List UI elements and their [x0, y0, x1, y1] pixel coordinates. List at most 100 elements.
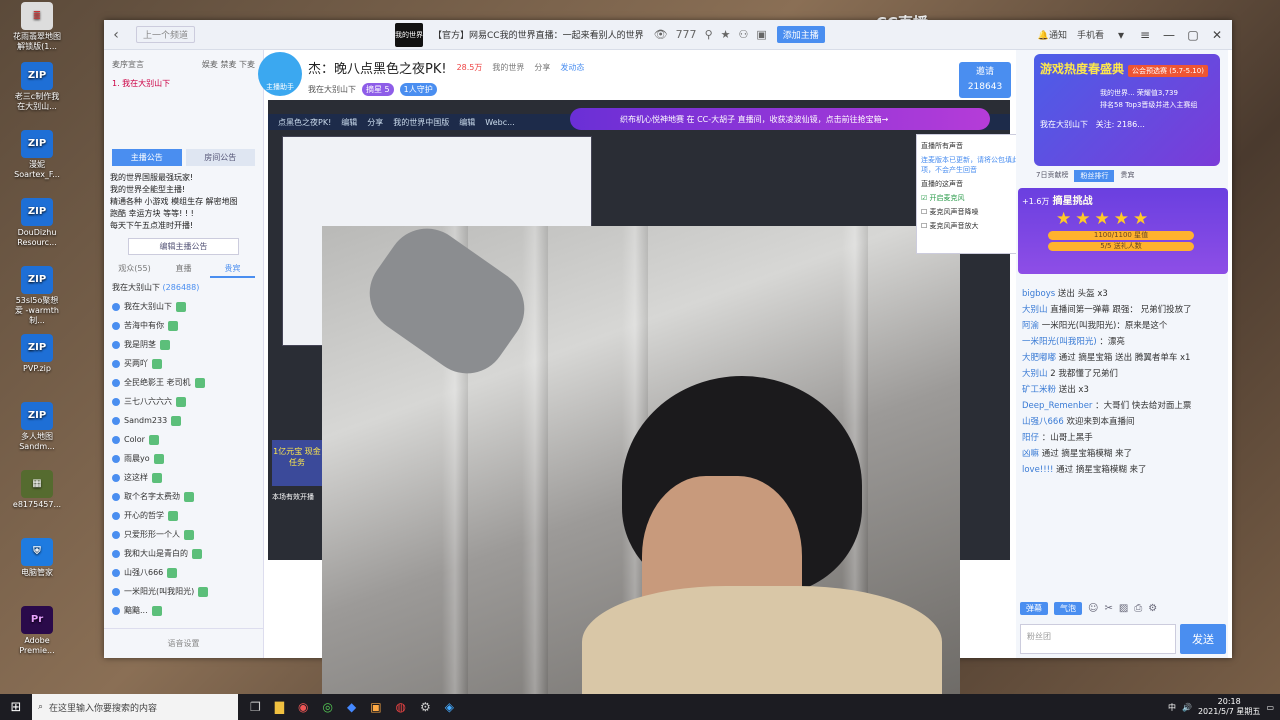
tab-vip[interactable]: 贵宾	[210, 261, 255, 278]
notification-icon[interactable]: ▭	[1266, 703, 1274, 712]
gift-banner[interactable]: 织布机心悦神地赛 在 CC-大胡子 直播间，收获凌波仙镜，点击前往抢宝箱→	[570, 108, 990, 130]
file-explorer-icon[interactable]: ▇	[275, 700, 284, 714]
volume-icon[interactable]: 🔊	[1182, 703, 1192, 712]
star-challenge-card[interactable]: +1.6万 摘星挑战 ★★★★★ 1100/1100 星值 5/5 送礼人数	[1018, 188, 1228, 274]
desktop-icon[interactable]: ZIP 53sl5o聚想爱 -warmth制...	[12, 266, 62, 326]
list-item[interactable]: 我和大山是青白的	[112, 544, 255, 563]
scissors-icon[interactable]: ✂	[1104, 603, 1112, 614]
desktop-icon[interactable]: ZIP 老三c制作我在大别山...	[12, 62, 62, 112]
pin-icon[interactable]: ⚲	[705, 28, 713, 41]
tab-host-announcement[interactable]: 主播公告	[112, 149, 182, 166]
list-item[interactable]: 全民绝影王 老司机	[112, 373, 255, 392]
chrome-icon[interactable]: ◎	[322, 700, 332, 714]
desktop-icon[interactable]: ZIP DouDizhu Resourc...	[12, 198, 62, 248]
close-icon[interactable]: ✕	[1210, 28, 1224, 42]
share-link[interactable]: 分享	[534, 62, 550, 73]
minimize-icon[interactable]: —	[1162, 28, 1176, 42]
list-item[interactable]: Color	[112, 430, 255, 449]
tab-live[interactable]: 直播	[161, 261, 206, 278]
chat-user[interactable]: love!!!!	[1022, 465, 1053, 475]
list-item[interactable]: 三七八六六六	[112, 392, 255, 411]
list-item[interactable]: 我是阴茎	[112, 335, 255, 354]
app-icon-1[interactable]: ◆	[347, 700, 356, 714]
chat-user[interactable]: 山强八666	[1022, 417, 1064, 427]
danmaku-button[interactable]: 弹幕	[1020, 602, 1048, 615]
ime-icon[interactable]: 中	[1168, 702, 1176, 713]
prev-channel-button[interactable]: 上一个频道	[136, 26, 196, 43]
bubble-button[interactable]: 气泡	[1054, 602, 1082, 615]
host-helper-avatar[interactable]: 主播助手	[258, 52, 302, 96]
desktop-icon[interactable]: ZIP PVP.zip	[12, 334, 62, 374]
desktop-icon[interactable]: ZIP 多人地图 Sandm...	[12, 402, 62, 452]
side-ad[interactable]: 1亿元宝 现金任务	[272, 440, 322, 486]
chat-user[interactable]: 大别山	[1022, 369, 1048, 379]
add-host-button[interactable]: 添加主播	[776, 26, 825, 43]
send-button[interactable]: 发送	[1180, 624, 1226, 654]
desktop-icon[interactable]: ZIP 漫妮 Soartex_F...	[12, 130, 62, 180]
app-icon-4[interactable]: ◈	[445, 700, 454, 714]
settings-gear-icon[interactable]: ⚙	[420, 700, 431, 714]
guard-badge[interactable]: 1人守护	[399, 83, 437, 96]
event-promo-card[interactable]: 游戏热度春盛典 公会预选赛 (5.7-5.10) 我的世界... 荣耀值3,739…	[1034, 54, 1220, 166]
desktop-icon[interactable]: Pr Adobe Premie...	[12, 606, 62, 656]
maximize-icon[interactable]: ▢	[1186, 28, 1200, 42]
list-item[interactable]: 一米阳光(叫我阳光)	[112, 582, 255, 601]
list-item[interactable]: 买两吖	[112, 354, 255, 373]
chat-user[interactable]: 大肥嘟嘟	[1022, 353, 1056, 363]
phone-watch-button[interactable]: 手机看	[1077, 28, 1104, 41]
voice-settings-button[interactable]: 语音设置	[104, 628, 263, 658]
dropdown-icon[interactable]: ▾	[1114, 28, 1128, 42]
menu-icon[interactable]: ≡	[1138, 28, 1152, 42]
edit-announcement-button[interactable]: 编辑主播公告	[128, 238, 239, 255]
list-item[interactable]: 取个名字太费劲	[112, 487, 255, 506]
share-icon[interactable]: ▣	[756, 28, 766, 41]
list-item[interactable]: 我在大别山下	[112, 297, 255, 316]
clock[interactable]: 20:18 2021/5/7 星期五	[1198, 697, 1260, 717]
app-icon-3[interactable]: ◍	[396, 700, 406, 714]
list-item[interactable]: 黯黯...	[112, 601, 255, 620]
chat-user[interactable]: 矿工米粉	[1022, 385, 1056, 395]
people-icon[interactable]: ⚇	[739, 28, 749, 41]
list-item[interactable]: 雨晨yo	[112, 449, 255, 468]
windows-start-icon[interactable]: ⊞	[0, 694, 32, 720]
star-icon[interactable]: ★	[721, 28, 731, 41]
invite-button[interactable]: 邀请 218643	[959, 62, 1011, 98]
chat-user[interactable]: Deep_Remenber	[1022, 401, 1092, 411]
chat-user[interactable]: 凶嘛	[1022, 449, 1039, 459]
task-view-icon[interactable]: ❐	[250, 700, 261, 714]
tab-room-announcement[interactable]: 房间公告	[185, 149, 255, 166]
desktop-icon[interactable]: ⛨ 电脑管家	[12, 538, 62, 578]
emoji-icon[interactable]: ☺	[1088, 603, 1098, 614]
tab-fans-rank[interactable]: 粉丝排行	[1074, 170, 1115, 182]
tab-vip-rank[interactable]: 贵宾	[1120, 170, 1134, 182]
chat-user[interactable]: 阿渝	[1022, 321, 1039, 331]
chat-user[interactable]: bigboys	[1022, 289, 1055, 299]
list-item[interactable]: 只爱形形一个人	[112, 525, 255, 544]
app-icon-2[interactable]: ▣	[370, 700, 381, 714]
back-icon[interactable]: ‹	[104, 27, 128, 43]
chat-user[interactable]: 阳仔	[1022, 433, 1039, 443]
chat-user[interactable]: 大别山	[1022, 305, 1048, 315]
list-item[interactable]: 这这样	[112, 468, 255, 487]
fans-badge[interactable]: 摘星 5	[362, 83, 394, 96]
list-item[interactable]: 山强八666	[112, 563, 255, 582]
settings-icon[interactable]: ⚙	[1148, 603, 1157, 614]
follow-count[interactable]: 关注: 2186...	[1096, 120, 1145, 129]
list-item[interactable]: 苦海中有你	[112, 316, 255, 335]
gift-icon[interactable]: ⎙	[1134, 603, 1142, 614]
publish-link[interactable]: 发动态	[560, 62, 584, 73]
chat-user[interactable]: 一米阳光(叫我阳光)	[1022, 337, 1097, 347]
game-link[interactable]: 我的世界	[492, 62, 524, 73]
tab-7day[interactable]: 7日贡献榜	[1036, 170, 1068, 182]
desktop-icon[interactable]: ▦ e8175457...	[12, 470, 62, 510]
notify-button[interactable]: 🔔通知	[1038, 28, 1067, 41]
list-item[interactable]: Sandm233	[112, 411, 255, 430]
taskbar-search[interactable]: ⌕ 在这里输入你要搜索的内容	[32, 694, 238, 720]
image-icon[interactable]: ▨	[1119, 603, 1128, 614]
host-name[interactable]: 我在大别山下	[308, 84, 356, 95]
chat-input[interactable]: 粉丝团	[1020, 624, 1176, 654]
mic-rank-item[interactable]: 1. 我在大别山下	[104, 78, 263, 89]
desktop-icon[interactable]: ≣ 花雨翡翠地图 解锁版(1...	[12, 2, 62, 52]
list-item[interactable]: 开心的哲学	[112, 506, 255, 525]
tab-audience[interactable]: 观众(55)	[112, 261, 157, 278]
